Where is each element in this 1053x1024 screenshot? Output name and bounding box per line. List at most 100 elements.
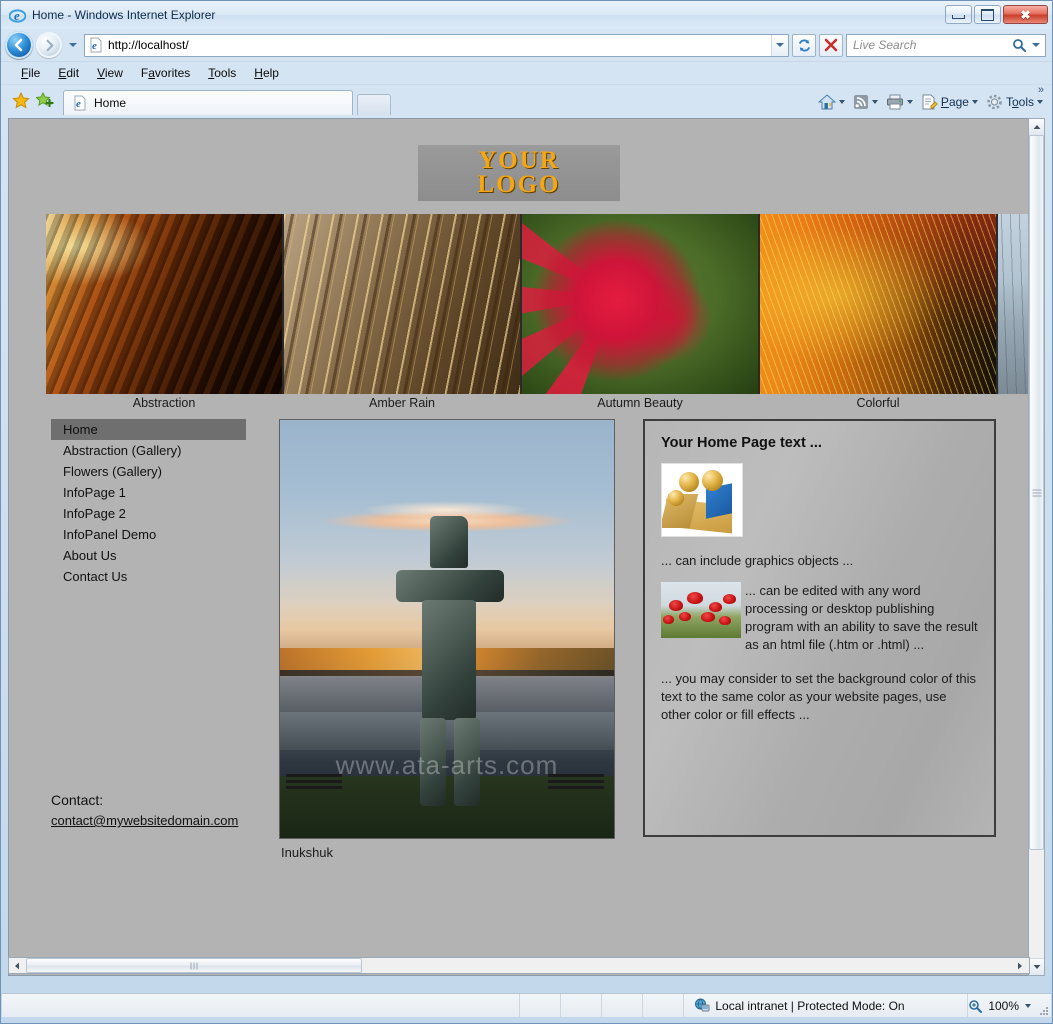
logo-line-1: YOUR [478,147,560,175]
thumbnail-amber-rain[interactable] [284,214,522,394]
back-button[interactable] [5,31,33,59]
menu-view[interactable]: View [89,64,131,82]
refresh-button[interactable] [792,33,816,57]
logo-line-2: LOGO [477,171,561,198]
scroll-up-button[interactable] [1029,119,1044,136]
feeds-button[interactable] [850,92,881,112]
internet-zone-icon [695,998,710,1012]
gear-icon [987,94,1002,110]
gallery-item[interactable]: Colorful [760,214,998,410]
title-bar: e Home - Windows Internet Explorer ✖ [1,1,1052,29]
stone-arms [396,570,504,602]
refresh-icon [798,39,810,51]
gallery-item[interactable] [998,214,1029,394]
status-cell-1 [520,993,562,1018]
chevron-down-icon[interactable] [838,100,845,104]
scroll-left-button[interactable] [9,958,25,973]
thumbnail-colorful[interactable] [760,214,998,394]
page-button[interactable]: Page [918,92,981,112]
menu-favorites[interactable]: Favorites [133,64,198,82]
forward-arrow-icon [36,32,62,58]
contact-label: Contact: [51,792,104,808]
security-zone-text: Local intranet | Protected Mode: On [715,998,905,1013]
thumbnail-partial[interactable] [998,214,1029,394]
print-button[interactable] [883,92,916,112]
horizontal-scrollbar[interactable] [8,957,1030,974]
history-dropdown-icon[interactable] [69,43,77,47]
menu-tools[interactable]: Tools [200,64,244,82]
chevron-down-icon[interactable] [1025,1003,1032,1008]
resize-grip-icon[interactable] [1038,1005,1048,1015]
sidebar-item-abstraction-gallery[interactable]: Abstraction (Gallery) [51,440,246,461]
site-logo[interactable]: YOUR LOGO [418,145,620,201]
status-cell-4 [643,993,685,1018]
tab-bar: e Home » Page Tools [1,84,1052,115]
favorites-center-button[interactable] [9,88,33,112]
search-icon[interactable] [1008,38,1030,52]
sidebar-item-infopage-1[interactable]: InfoPage 1 [51,482,246,503]
address-input[interactable]: e http://localhost/ [84,33,789,57]
gallery-item[interactable]: Amber Rain [284,214,522,410]
chevron-down-icon[interactable] [1037,100,1043,104]
window-title: Home - Windows Internet Explorer [32,8,216,22]
home-button[interactable] [815,92,848,112]
thumbnail-caption: Amber Rain [369,396,435,410]
minimize-button[interactable] [945,5,972,24]
menu-file[interactable]: File [13,64,48,82]
sidebar-item-flowers-gallery[interactable]: Flowers (Gallery) [51,461,246,482]
gallery-item[interactable]: Abstraction [46,214,284,410]
horizontal-scroll-thumb[interactable] [26,958,362,973]
forward-button[interactable] [36,32,62,58]
gold-figures-graphic [661,463,743,537]
stop-button[interactable] [819,33,843,57]
sidebar-item-infopage-2[interactable]: InfoPage 2 [51,503,246,524]
contact-block: Contact: contact@mywebsitedomain.com [51,790,238,831]
new-tab-button[interactable] [357,94,391,115]
restore-glyph-icon [981,8,994,21]
thumbnail-abstraction[interactable] [46,214,284,394]
security-zone-indicator[interactable]: Local intranet | Protected Mode: On [684,993,969,1018]
thumbnail-autumn-beauty[interactable] [522,214,760,394]
sidebar-item-infopanel-demo[interactable]: InfoPanel Demo [51,524,246,545]
svg-text:e: e [92,40,97,52]
vertical-scrollbar[interactable] [1028,118,1045,976]
zoom-icon [969,999,983,1013]
window-controls: ✖ [945,5,1048,24]
poppy-2 [687,592,703,604]
stone-head [430,516,468,568]
add-to-favorites-button[interactable] [33,88,57,112]
menu-edit[interactable]: Edit [50,64,87,82]
scroll-down-button[interactable] [1029,958,1044,975]
command-overflow-icon[interactable]: » [1038,84,1044,96]
sidebar-item-contact-us[interactable]: Contact Us [51,566,246,587]
poppy-1 [669,600,683,611]
tools-button[interactable]: Tools [983,92,1046,112]
chevron-down-icon [1033,965,1040,969]
page-edit-icon [922,94,938,110]
address-dropdown-icon[interactable] [771,34,788,56]
menu-help[interactable]: Help [246,64,287,82]
chevron-down-icon[interactable] [971,100,978,104]
feature-image-inukshuk[interactable]: www.ata-arts.com [279,419,615,839]
info-panel: Your Home Page text ... ... can include … [643,419,996,837]
gallery-item[interactable]: Autumn Beauty [522,214,760,410]
home-icon [817,94,836,110]
chevron-down-icon[interactable] [871,100,878,104]
sidebar-item-home[interactable]: Home [51,419,246,440]
sidebar-item-about-us[interactable]: About Us [51,545,246,566]
contact-email-link[interactable]: contact@mywebsitedomain.com [51,813,238,828]
tab-home[interactable]: e Home [63,90,353,115]
chevron-down-icon[interactable] [906,100,913,104]
scroll-right-button[interactable] [1012,958,1028,973]
search-input[interactable]: Live Search [846,33,1046,57]
back-arrow-icon [5,31,33,59]
svg-text:e: e [14,8,20,23]
close-button[interactable]: ✖ [1003,5,1048,24]
search-dropdown-icon[interactable] [1030,43,1045,47]
chevron-up-icon [1033,125,1040,129]
gallery-thumbnail-strip: Abstraction Amber Rain Autumn Beauty Col… [46,214,1029,410]
browser-window: e Home - Windows Internet Explorer ✖ e h… [0,0,1053,1024]
vertical-scroll-thumb[interactable] [1029,135,1044,850]
restore-button[interactable] [974,5,1001,24]
page-icon: e [72,95,88,111]
